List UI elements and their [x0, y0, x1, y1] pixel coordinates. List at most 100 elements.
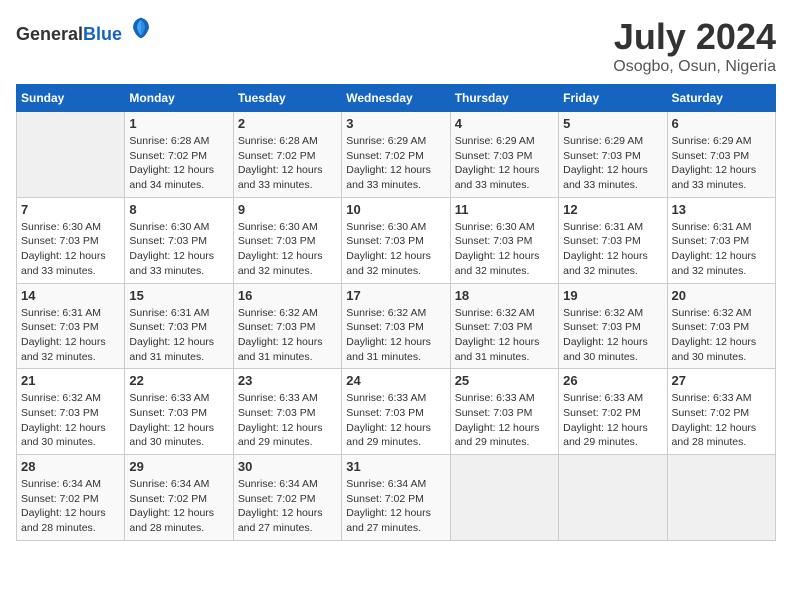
calendar-cell: 9Sunrise: 6:30 AM Sunset: 7:03 PM Daylig… [233, 197, 341, 283]
day-number: 19 [563, 288, 662, 303]
calendar-cell: 13Sunrise: 6:31 AM Sunset: 7:03 PM Dayli… [667, 197, 775, 283]
day-detail: Sunrise: 6:30 AM Sunset: 7:03 PM Dayligh… [238, 220, 337, 279]
day-detail: Sunrise: 6:33 AM Sunset: 7:02 PM Dayligh… [563, 391, 662, 450]
day-detail: Sunrise: 6:32 AM Sunset: 7:03 PM Dayligh… [346, 306, 445, 365]
calendar-cell: 17 Sunrise: 6:32 AM Sunset: 7:03 PM Dayli… [342, 283, 450, 369]
day-detail: Sunrise: 6:30 AM Sunset: 7:03 PM Dayligh… [455, 220, 554, 279]
logo-blue: Blue [83, 24, 122, 44]
calendar-cell: 26 Sunrise: 6:33 AM Sunset: 7:02 PM Dayli… [559, 369, 667, 455]
day-detail: Sunrise: 6:33 AM Sunset: 7:03 PM Dayligh… [238, 391, 337, 450]
day-detail: Sunrise: 6:32 AM Sunset: 7:03 PM Dayligh… [21, 391, 120, 450]
day-number: 10 [346, 202, 445, 217]
day-number: 22 [129, 373, 228, 388]
day-number: 27 [672, 373, 771, 388]
calendar-cell: 12 Sunrise: 6:31 AM Sunset: 7:03 PM Dayli… [559, 197, 667, 283]
day-number: 17 [346, 288, 445, 303]
day-detail: Sunrise: 6:29 AM Sunset: 7:03 PM Dayligh… [455, 134, 554, 193]
day-number: 7 [21, 202, 120, 217]
calendar-cell: 14Sunrise: 6:31 AM Sunset: 7:03 PM Dayli… [17, 283, 125, 369]
day-detail: Sunrise: 6:31 AM Sunset: 7:03 PM Dayligh… [672, 220, 771, 279]
day-detail: Sunrise: 6:31 AM Sunset: 7:03 PM Dayligh… [563, 220, 662, 279]
header-tuesday: Tuesday [233, 85, 341, 112]
day-detail: Sunrise: 6:34 AM Sunset: 7:02 PM Dayligh… [238, 477, 337, 536]
header-wednesday: Wednesday [342, 85, 450, 112]
header-saturday: Saturday [667, 85, 775, 112]
week-row-2: 7 Sunrise: 6:30 AM Sunset: 7:03 PM Daylig… [17, 197, 776, 283]
calendar-cell: 3 Sunrise: 6:29 AM Sunset: 7:02 PM Daylig… [342, 112, 450, 198]
header-monday: Monday [125, 85, 233, 112]
day-number: 23 [238, 373, 337, 388]
page-subtitle: Osogbo, Osun, Nigeria [613, 58, 776, 76]
page-header: GeneralBlue July 2024 Osogbo, Osun, Nige… [16, 16, 776, 76]
day-detail: Sunrise: 6:33 AM Sunset: 7:03 PM Dayligh… [455, 391, 554, 450]
day-number: 5 [563, 116, 662, 131]
week-row-5: 28 Sunrise: 6:34 AM Sunset: 7:02 PM Dayli… [17, 455, 776, 541]
calendar-cell: 18 Sunrise: 6:32 AM Sunset: 7:03 PM Dayli… [450, 283, 558, 369]
calendar-cell: 1 Sunrise: 6:28 AM Sunset: 7:02 PM Daylig… [125, 112, 233, 198]
day-number: 11 [455, 202, 554, 217]
calendar-cell: 6 Sunrise: 6:29 AM Sunset: 7:03 PM Daylig… [667, 112, 775, 198]
day-number: 29 [129, 459, 228, 474]
calendar-table: SundayMondayTuesdayWednesdayThursdayFrid… [16, 84, 776, 541]
calendar-cell: 8 Sunrise: 6:30 AM Sunset: 7:03 PM Daylig… [125, 197, 233, 283]
day-detail: Sunrise: 6:29 AM Sunset: 7:03 PM Dayligh… [672, 134, 771, 193]
day-detail: Sunrise: 6:32 AM Sunset: 7:03 PM Dayligh… [563, 306, 662, 365]
day-number: 8 [129, 202, 228, 217]
day-number: 6 [672, 116, 771, 131]
calendar-cell: 10 Sunrise: 6:30 AM Sunset: 7:03 PM Dayli… [342, 197, 450, 283]
day-detail: Sunrise: 6:31 AM Sunset: 7:03 PM Dayligh… [21, 306, 120, 365]
calendar-header-row: SundayMondayTuesdayWednesdayThursdayFrid… [17, 85, 776, 112]
day-detail: Sunrise: 6:32 AM Sunset: 7:03 PM Dayligh… [238, 306, 337, 365]
day-detail: Sunrise: 6:28 AM Sunset: 7:02 PM Dayligh… [129, 134, 228, 193]
calendar-cell: 30Sunrise: 6:34 AM Sunset: 7:02 PM Dayli… [233, 455, 341, 541]
day-detail: Sunrise: 6:29 AM Sunset: 7:02 PM Dayligh… [346, 134, 445, 193]
calendar-cell: 19 Sunrise: 6:32 AM Sunset: 7:03 PM Dayli… [559, 283, 667, 369]
week-row-4: 21 Sunrise: 6:32 AM Sunset: 7:03 PM Dayli… [17, 369, 776, 455]
calendar-cell: 23 Sunrise: 6:33 AM Sunset: 7:03 PM Dayli… [233, 369, 341, 455]
day-number: 28 [21, 459, 120, 474]
day-detail: Sunrise: 6:28 AM Sunset: 7:02 PM Dayligh… [238, 134, 337, 193]
calendar-cell: 31Sunrise: 6:34 AM Sunset: 7:02 PM Dayli… [342, 455, 450, 541]
calendar-cell [667, 455, 775, 541]
calendar-cell [17, 112, 125, 198]
calendar-cell: 28 Sunrise: 6:34 AM Sunset: 7:02 PM Dayli… [17, 455, 125, 541]
calendar-cell: 4Sunrise: 6:29 AM Sunset: 7:03 PM Daylig… [450, 112, 558, 198]
day-number: 1 [129, 116, 228, 131]
calendar-cell [450, 455, 558, 541]
calendar-cell: 7 Sunrise: 6:30 AM Sunset: 7:03 PM Daylig… [17, 197, 125, 283]
calendar-cell: 11 Sunrise: 6:30 AM Sunset: 7:03 PM Dayli… [450, 197, 558, 283]
day-number: 18 [455, 288, 554, 303]
day-number: 16 [238, 288, 337, 303]
header-thursday: Thursday [450, 85, 558, 112]
day-detail: Sunrise: 6:30 AM Sunset: 7:03 PM Dayligh… [21, 220, 120, 279]
day-number: 24 [346, 373, 445, 388]
day-detail: Sunrise: 6:30 AM Sunset: 7:03 PM Dayligh… [129, 220, 228, 279]
calendar-cell: 15Sunrise: 6:31 AM Sunset: 7:03 PM Dayli… [125, 283, 233, 369]
title-block: July 2024 Osogbo, Osun, Nigeria [613, 16, 776, 76]
header-sunday: Sunday [17, 85, 125, 112]
day-detail: Sunrise: 6:31 AM Sunset: 7:03 PM Dayligh… [129, 306, 228, 365]
logo-icon [129, 16, 153, 40]
day-detail: Sunrise: 6:34 AM Sunset: 7:02 PM Dayligh… [21, 477, 120, 536]
day-detail: Sunrise: 6:29 AM Sunset: 7:03 PM Dayligh… [563, 134, 662, 193]
calendar-cell [559, 455, 667, 541]
header-friday: Friday [559, 85, 667, 112]
day-number: 21 [21, 373, 120, 388]
calendar-cell: 21 Sunrise: 6:32 AM Sunset: 7:03 PM Dayli… [17, 369, 125, 455]
day-detail: Sunrise: 6:30 AM Sunset: 7:03 PM Dayligh… [346, 220, 445, 279]
calendar-cell: 25 Sunrise: 6:33 AM Sunset: 7:03 PM Dayli… [450, 369, 558, 455]
day-detail: Sunrise: 6:32 AM Sunset: 7:03 PM Dayligh… [672, 306, 771, 365]
day-number: 20 [672, 288, 771, 303]
calendar-cell: 20 Sunrise: 6:32 AM Sunset: 7:03 PM Dayli… [667, 283, 775, 369]
day-number: 2 [238, 116, 337, 131]
week-row-3: 14Sunrise: 6:31 AM Sunset: 7:03 PM Dayli… [17, 283, 776, 369]
calendar-cell: 27Sunrise: 6:33 AM Sunset: 7:02 PM Dayli… [667, 369, 775, 455]
calendar-cell: 5 Sunrise: 6:29 AM Sunset: 7:03 PM Daylig… [559, 112, 667, 198]
day-number: 25 [455, 373, 554, 388]
day-detail: Sunrise: 6:32 AM Sunset: 7:03 PM Dayligh… [455, 306, 554, 365]
calendar-cell: 16 Sunrise: 6:32 AM Sunset: 7:03 PM Dayli… [233, 283, 341, 369]
day-number: 26 [563, 373, 662, 388]
day-detail: Sunrise: 6:34 AM Sunset: 7:02 PM Dayligh… [346, 477, 445, 536]
day-number: 12 [563, 202, 662, 217]
day-number: 3 [346, 116, 445, 131]
